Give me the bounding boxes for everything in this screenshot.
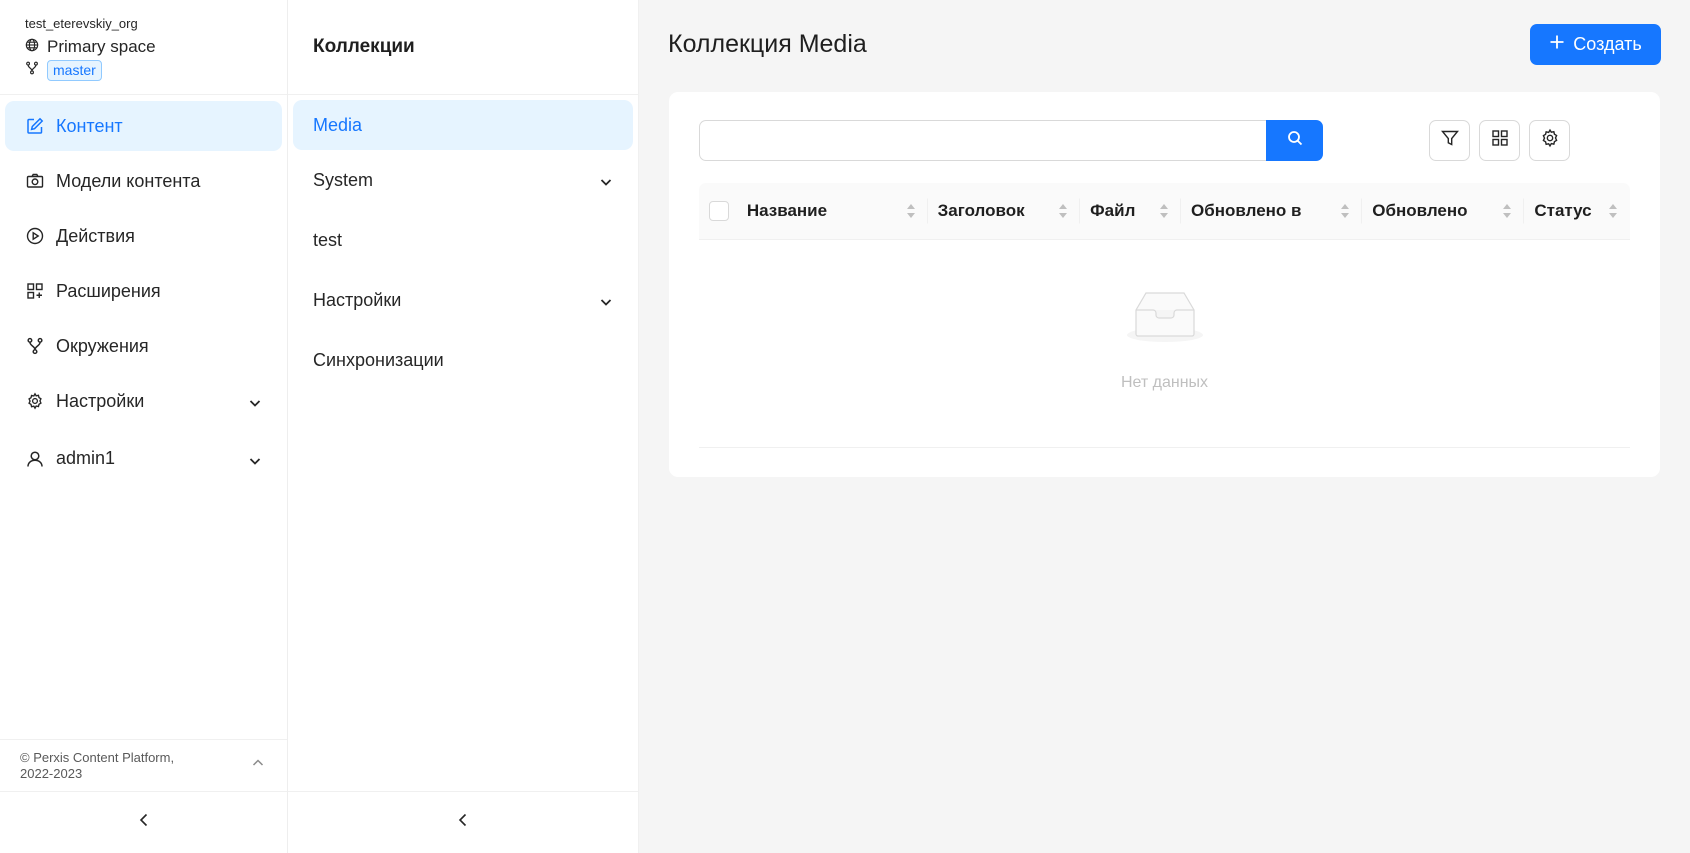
gear-icon [1540, 128, 1560, 153]
column-label: Файл [1090, 201, 1136, 220]
space-name: Primary space [47, 37, 156, 56]
globe-icon [25, 38, 39, 57]
sort-icon [906, 204, 915, 218]
column-label: Обновлено [1372, 201, 1468, 220]
play-circle-icon [25, 226, 45, 246]
user-icon [25, 449, 45, 469]
collection-label: System [313, 169, 374, 190]
nav-item-label: Расширения [56, 280, 161, 301]
column-header-updated-at[interactable]: Обновлено в [1181, 183, 1363, 239]
grid-view-button[interactable] [1479, 120, 1520, 161]
table-header: Название Заголовок Файл Обновлено в Обно [699, 183, 1630, 240]
column-header-status[interactable]: Статус [1524, 183, 1630, 239]
chevron-left-icon [136, 812, 152, 833]
collapse-sidebar-button[interactable] [0, 791, 287, 853]
collection-item-sync[interactable]: Синхронизации [293, 335, 633, 385]
nav-item-actions[interactable]: Действия [5, 211, 282, 261]
collections-sidebar: Коллекции Media System test Настройки Си… [288, 0, 639, 853]
column-label: Название [746, 201, 828, 220]
collections-title: Коллекции [288, 0, 638, 95]
sort-icon [1609, 204, 1617, 218]
edit-icon [25, 116, 45, 136]
column-label: Обновлено в [1191, 201, 1302, 220]
search-bar [699, 120, 1323, 161]
nav-item-extensions[interactable]: Расширения [5, 266, 282, 316]
collection-item-system[interactable]: System [293, 155, 633, 205]
appstore-add-icon [25, 281, 45, 301]
main-nav: Контент Модели контента Действия Расшире… [0, 95, 287, 486]
search-icon [1287, 130, 1303, 151]
main-content: Коллекция Media Создать Название Заголов… [639, 0, 1690, 853]
column-label: Заголовок [937, 201, 1025, 220]
nav-item-label: Модели контента [56, 170, 201, 191]
org-name: test_eterevskiy_org [25, 16, 138, 31]
workspace-header: test_eterevskiy_org Primary space master [0, 0, 287, 95]
create-button[interactable]: Создать [1530, 24, 1661, 65]
branch-icon [25, 61, 39, 80]
space-selector[interactable]: Primary space [25, 37, 262, 57]
column-header-file[interactable]: Файл [1080, 183, 1182, 239]
page-title: Коллекция Media [668, 30, 867, 58]
nav-item-label: Настройки [56, 390, 145, 411]
collection-label: Настройки [313, 289, 402, 310]
collection-label: Media [313, 114, 363, 135]
collection-table-card: Название Заголовок Файл Обновлено в Обно [669, 92, 1660, 477]
chevron-left-icon [455, 812, 471, 833]
nav-item-label: Контент [56, 115, 123, 136]
nav-item-environments[interactable]: Окружения [5, 321, 282, 371]
chevron-down-icon [248, 394, 262, 408]
camera-icon [25, 171, 45, 191]
chevron-down-icon [248, 452, 262, 466]
sort-icon [1503, 204, 1512, 218]
empty-state: Нет данных [699, 240, 1630, 448]
sort-icon [1341, 204, 1350, 218]
filter-icon [1440, 129, 1459, 152]
empty-text: Нет данных [1120, 374, 1209, 391]
branch-selector[interactable]: master [25, 59, 262, 81]
grid-icon [1491, 129, 1509, 152]
nav-item-settings[interactable]: Настройки [5, 376, 282, 426]
column-header-updated-by[interactable]: Обновлено [1362, 183, 1525, 239]
sort-icon [1059, 204, 1068, 218]
nav-item-user[interactable]: admin1 [5, 431, 282, 486]
column-header-title[interactable]: Заголовок [928, 183, 1081, 239]
branch-tag: master [47, 59, 102, 81]
collections-list: Media System test Настройки Синхронизаци… [288, 95, 638, 385]
collection-label: Синхронизации [313, 349, 444, 370]
collection-label: test [313, 229, 343, 250]
column-label: Статус [1534, 201, 1592, 220]
search-button[interactable] [1266, 120, 1323, 161]
collection-item-media[interactable]: Media [293, 100, 633, 150]
gear-icon [25, 391, 45, 411]
plus-icon [1549, 34, 1565, 55]
collection-item-settings[interactable]: Настройки [293, 275, 633, 325]
chevron-down-icon [599, 293, 613, 307]
collection-item-test[interactable]: test [293, 215, 633, 265]
collapse-collections-button[interactable] [288, 791, 638, 853]
filter-button[interactable] [1429, 120, 1470, 161]
nav-item-label: admin1 [56, 448, 116, 468]
nav-item-label: Действия [56, 225, 135, 246]
main-sidebar: test_eterevskiy_org Primary space master… [0, 0, 288, 853]
chevron-up-icon[interactable] [251, 756, 265, 770]
select-all-cell [699, 183, 747, 239]
empty-inbox-icon [1127, 292, 1203, 342]
nav-item-content[interactable]: Контент [5, 101, 282, 151]
search-input[interactable] [699, 120, 1266, 161]
select-all-checkbox[interactable] [709, 201, 729, 221]
create-button-label: Создать [1573, 34, 1642, 54]
copyright-text: © Perxis Content Platform, 2022-2023 [20, 750, 175, 781]
branch-icon [25, 336, 45, 356]
nav-item-content-models[interactable]: Модели контента [5, 156, 282, 206]
sort-icon [1160, 204, 1169, 218]
table-settings-button[interactable] [1529, 120, 1570, 161]
nav-item-label: Окружения [56, 335, 149, 356]
copyright-footer: © Perxis Content Platform, 2022-2023 [0, 739, 287, 791]
column-header-name[interactable]: Название [747, 183, 928, 239]
chevron-down-icon [599, 173, 613, 187]
